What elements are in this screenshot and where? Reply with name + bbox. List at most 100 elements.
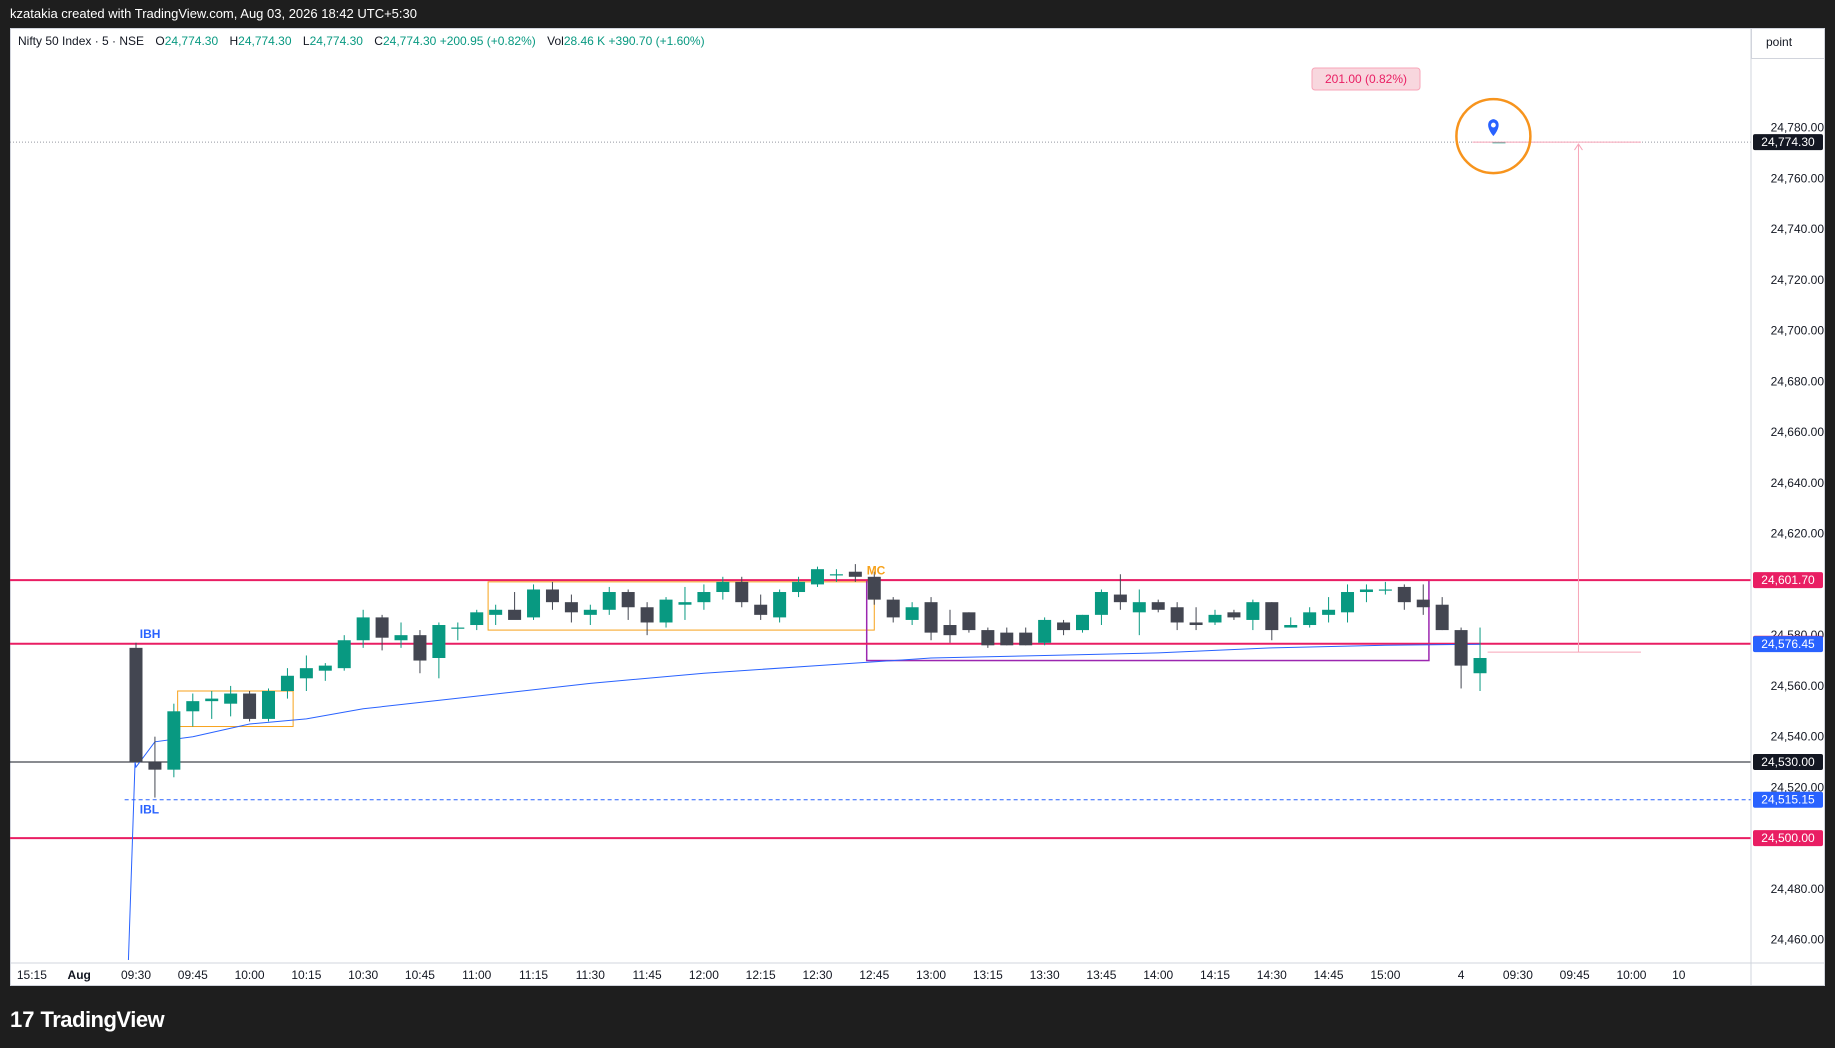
candle-body — [262, 690, 276, 719]
time-tick-label: 4 — [1458, 968, 1465, 982]
time-tick-label: 11:15 — [519, 968, 548, 982]
time-tick-label: 11:45 — [633, 968, 662, 982]
candle-body — [716, 581, 730, 593]
price-tick-label: 24,760.00 — [1771, 171, 1825, 185]
candle-body — [867, 576, 881, 600]
volume-label: Vol — [547, 34, 564, 48]
candle-body — [924, 602, 938, 633]
low-label: L — [302, 34, 310, 48]
candle-body — [129, 647, 143, 763]
time-tick-label: 11:00 — [462, 968, 491, 982]
tradingview-logo-icon: 17 — [10, 1007, 35, 1032]
price-tick-label: 24,480.00 — [1771, 882, 1825, 896]
candle-body — [375, 617, 389, 638]
candle-body — [848, 571, 862, 577]
time-tick-label: 12:45 — [859, 968, 889, 982]
time-tick-label: 09:45 — [1560, 968, 1590, 982]
candle-body — [1359, 589, 1373, 593]
candle-body — [148, 762, 162, 770]
price-tick-label: 24,640.00 — [1771, 476, 1825, 490]
time-tick-label: 11:30 — [576, 968, 605, 982]
time-tick-label: 12:30 — [802, 968, 832, 982]
candles-layer — [129, 142, 1506, 798]
price-unit-label: point — [1766, 35, 1793, 49]
vwap-layer — [127, 643, 1481, 961]
chart-caption-bar: kzatakia created with TradingView.com, A… — [0, 0, 1835, 28]
time-tick-label: Aug — [68, 968, 91, 982]
candle-body — [1113, 594, 1127, 603]
candle-body — [640, 607, 654, 623]
chart-caption: kzatakia created with TradingView.com, A… — [10, 6, 417, 21]
ibh-label: IBH — [140, 627, 161, 641]
candle-body — [413, 635, 427, 661]
candle-body — [280, 675, 294, 691]
candle-body — [1265, 602, 1279, 631]
candle-body — [1170, 607, 1184, 623]
time-tick-label: 10:00 — [235, 968, 265, 982]
location-pin-dot — [1490, 122, 1496, 128]
price-tick-label: 24,620.00 — [1771, 527, 1825, 541]
candle-body — [1341, 592, 1355, 613]
time-tick-label: 10:30 — [348, 968, 378, 982]
volume-value: 28.46 K — [563, 34, 606, 48]
location-pin-icon — [1488, 119, 1499, 137]
candle-body — [564, 602, 578, 613]
ibl-label: IBL — [140, 803, 159, 817]
candle-body — [527, 589, 541, 618]
candle-body — [1076, 614, 1089, 631]
time-tick-label: 09:30 — [121, 968, 151, 982]
price-tick-label: 24,700.00 — [1771, 324, 1825, 338]
candle-body — [356, 617, 370, 641]
candle-body — [962, 612, 976, 631]
level-price-label: 24,515.15 — [1761, 793, 1815, 807]
candle-body — [1057, 622, 1071, 631]
close-value: 24,774.30 — [382, 34, 437, 48]
highlight-circle — [1455, 97, 1532, 175]
candle-body — [602, 592, 616, 610]
time-tick-label: 10 — [1672, 968, 1686, 982]
candle-body — [394, 635, 408, 641]
brand-name: TradingView — [40, 1007, 165, 1032]
brand-footer: 17 TradingView — [10, 1000, 165, 1040]
time-tick-label: 10:15 — [291, 968, 321, 982]
change-value: +200.95 (+0.82%) — [439, 34, 536, 48]
zones-layer — [177, 579, 1430, 728]
candle-body — [754, 604, 768, 615]
time-tick-label: 14:30 — [1257, 968, 1287, 982]
candle-body — [1435, 604, 1449, 631]
time-tick-label: 12:00 — [689, 968, 719, 982]
candle-body — [943, 625, 957, 636]
candle-body — [583, 609, 597, 615]
candle-body — [1284, 625, 1298, 628]
high-value: 24,774.30 — [238, 34, 292, 48]
price-unit-button[interactable]: point — [1751, 29, 1824, 59]
high-label: H — [229, 34, 239, 48]
candle-body — [810, 569, 824, 585]
symbol-label[interactable]: Nifty 50 Index · 5 · NSE — [18, 34, 144, 48]
last-price-label: 24,774.30 — [1761, 135, 1815, 149]
candle-body — [886, 599, 900, 618]
candle-body — [545, 589, 559, 603]
time-tick-label: 14:45 — [1314, 968, 1344, 982]
time-tick-label: 15:00 — [1370, 968, 1400, 982]
candle-body — [470, 612, 484, 626]
candle-body — [489, 609, 503, 615]
candle-body — [1189, 622, 1203, 626]
candle-body — [1473, 658, 1487, 674]
candle-body — [1208, 614, 1222, 623]
candle-body — [1416, 599, 1430, 608]
price-chart[interactable]: IBH IBL MC 201.00 (0.82%) 24,780.00 24,760.0… — [10, 28, 1825, 986]
time-tick-label: 10:45 — [405, 968, 435, 982]
levels-layer — [10, 141, 1751, 840]
time-tick-label: 10:00 — [1616, 968, 1646, 982]
candle-body — [1094, 592, 1108, 615]
candle-body — [186, 701, 200, 712]
candle-body — [224, 693, 238, 704]
mc-label: MC — [867, 563, 886, 577]
open-value: 24,774.30 — [164, 34, 219, 48]
candle-body — [735, 581, 749, 603]
level-price-label: 24,530.00 — [1761, 755, 1815, 769]
candle-body — [508, 609, 522, 620]
candle-body — [243, 693, 257, 719]
price-tick-label: 24,720.00 — [1771, 273, 1825, 287]
